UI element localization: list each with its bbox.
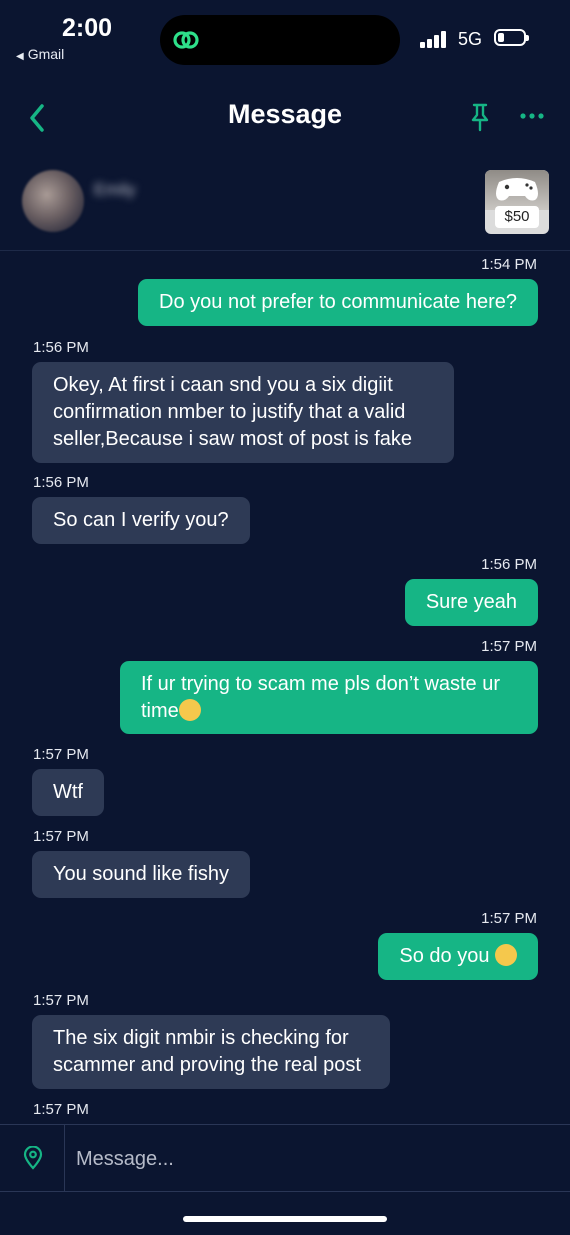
message-timestamp: 1:56 PM xyxy=(33,474,89,491)
message-timestamp: 1:56 PM xyxy=(481,556,537,573)
contact-bar: Emily $50 xyxy=(0,164,570,251)
pin-button[interactable] xyxy=(466,102,494,132)
message-timestamp: 1:57 PM xyxy=(33,746,89,763)
contact-name[interactable]: Emily xyxy=(94,180,136,200)
outgoing-message[interactable]: If ur trying to scam me pls don’t waste … xyxy=(120,661,538,734)
ellipsis-icon xyxy=(520,113,544,119)
listing-price: $50 xyxy=(495,206,539,228)
incoming-message[interactable]: So can I verify you? xyxy=(32,497,250,544)
link-activity-icon xyxy=(173,31,199,49)
home-indicator[interactable] xyxy=(183,1216,387,1222)
status-bar: 2:00 ◀ Gmail 5G xyxy=(0,0,570,70)
pin-icon xyxy=(471,103,489,132)
location-pin-icon xyxy=(23,1146,43,1170)
message-input[interactable] xyxy=(66,1133,568,1185)
back-to-app-link[interactable]: ◀ Gmail xyxy=(16,46,64,62)
message-composer xyxy=(0,1124,570,1192)
game-controller-image xyxy=(485,170,549,210)
message-timestamp: 1:57 PM xyxy=(33,1101,89,1118)
incoming-message[interactable]: Okey, At first i caan snd you a six digi… xyxy=(32,362,454,463)
outgoing-message[interactable]: Do you not prefer to communicate here? xyxy=(138,279,538,326)
back-app-label: Gmail xyxy=(27,46,65,62)
back-triangle-icon: ◀ xyxy=(16,51,24,62)
status-time: 2:00 xyxy=(62,14,113,42)
avatar[interactable] xyxy=(22,170,84,232)
dynamic-island xyxy=(160,15,400,65)
message-timestamp: 1:57 PM xyxy=(33,828,89,845)
outgoing-message[interactable]: Sure yeah xyxy=(404,579,538,626)
incoming-message[interactable]: Wtf xyxy=(32,769,104,816)
cellular-signal-icon xyxy=(420,30,450,48)
face-holding-back-tears-icon xyxy=(178,699,201,721)
listing-thumbnail[interactable]: $50 xyxy=(485,170,549,234)
message-timestamp: 1:57 PM xyxy=(481,910,537,927)
incoming-message[interactable]: The six digit nmbir is checking for scam… xyxy=(32,1015,390,1089)
face-with-tears-of-joy-icon xyxy=(495,944,517,966)
outgoing-message[interactable]: So do you xyxy=(378,933,538,980)
incoming-message[interactable]: You sound like fishy xyxy=(32,851,251,898)
message-timestamp: 1:57 PM xyxy=(481,638,537,655)
battery-icon xyxy=(494,29,529,46)
message-header: Message xyxy=(0,90,570,146)
network-type: 5G xyxy=(458,29,483,49)
message-timestamp: 1:57 PM xyxy=(33,992,89,1009)
message-text: So do you xyxy=(399,945,495,967)
location-button[interactable] xyxy=(0,1125,65,1191)
more-options-button[interactable] xyxy=(518,102,546,132)
message-timestamp: 1:56 PM xyxy=(33,339,89,356)
message-timestamp: 1:54 PM xyxy=(481,256,537,273)
